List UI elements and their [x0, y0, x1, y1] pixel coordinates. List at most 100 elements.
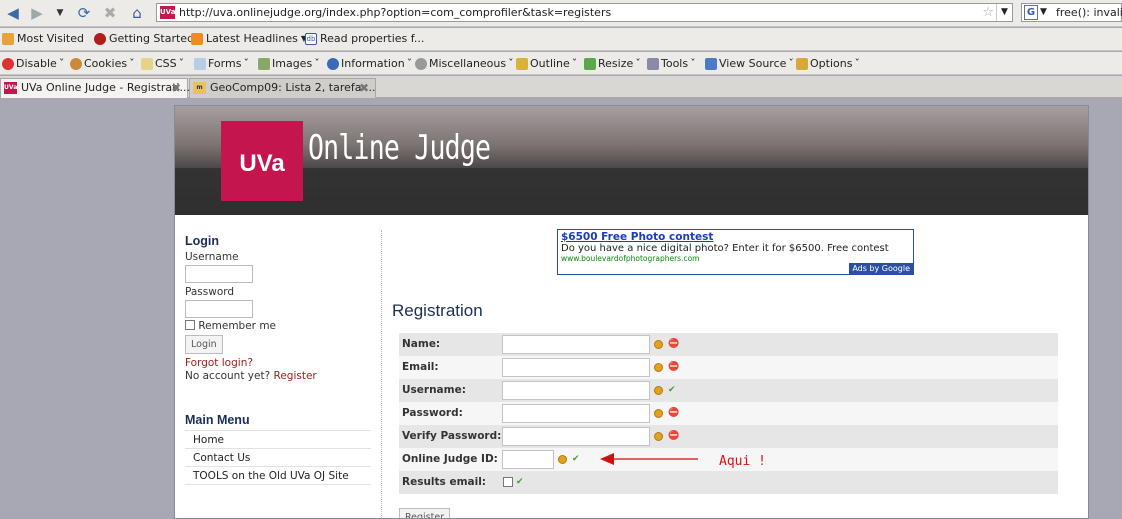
dev-forms[interactable]: Forms ˇ: [194, 57, 249, 70]
results-email-checkbox[interactable]: [503, 477, 513, 487]
close-tab-icon[interactable]: ✖: [359, 79, 369, 97]
dev-view-source[interactable]: View Source ˇ: [705, 57, 794, 70]
password-input[interactable]: [185, 300, 253, 318]
remember-me-checkbox[interactable]: [185, 320, 195, 330]
invalid-status-icon: ⛔: [668, 339, 680, 349]
engine-dropdown-icon[interactable]: ▼: [1040, 4, 1047, 21]
ad-title[interactable]: $6500 Free Photo contest: [561, 231, 910, 243]
dev-tools[interactable]: Tools ˇ: [647, 57, 696, 70]
tab-uva-registration[interactable]: UVa UVa Online Judge - Registrati... ✖: [0, 78, 190, 98]
address-dropdown-icon[interactable]: ▼: [996, 4, 1012, 21]
address-text: http://uva.onlinejudge.org/index.php?opt…: [179, 6, 612, 19]
dev-resize[interactable]: Resize ˇ: [584, 57, 641, 70]
ok-status-icon: ✔: [572, 454, 580, 464]
bookmark-most-visited[interactable]: Most Visited: [2, 32, 84, 45]
uva-logo[interactable]: UVa: [221, 121, 303, 201]
google-engine-icon[interactable]: G: [1024, 5, 1038, 20]
forgot-login-link[interactable]: Forgot login?: [185, 357, 371, 369]
register-button[interactable]: Register: [399, 508, 451, 518]
dev-miscellaneous[interactable]: Miscellaneous ˇ: [415, 57, 514, 70]
required-bullet-icon: [654, 340, 663, 349]
required-bullet-icon: [654, 386, 663, 395]
menu-item-tools-old-site[interactable]: TOOLS on the Old UVa OJ Site: [185, 467, 371, 485]
ads-by-google-badge[interactable]: Ads by Google: [849, 263, 913, 274]
no-account-text: No account yet?: [185, 370, 271, 382]
tools-icon: [647, 57, 659, 70]
username-input[interactable]: [185, 265, 253, 283]
dev-css[interactable]: CSS ˇ: [141, 57, 184, 70]
name-label: Name:: [402, 338, 441, 350]
bookmark-star-icon[interactable]: ☆: [982, 4, 994, 21]
left-sidebar: Login Username Password Remember me Logi…: [185, 234, 371, 485]
bookmark-read-properties[interactable]: db Read properties f...: [305, 32, 424, 45]
verify-password-label: Verify Password:: [402, 430, 502, 442]
dev-options[interactable]: Options ˇ: [796, 57, 860, 70]
back-icon[interactable]: ◀: [3, 3, 23, 23]
resize-icon: [584, 57, 596, 70]
home-icon[interactable]: ⌂: [127, 3, 147, 23]
miscellaneous-icon: [415, 57, 427, 70]
username-field-input[interactable]: [502, 381, 650, 400]
tab-geocomp[interactable]: m GeoComp09: Lista 2, tarefa ... ✖: [189, 78, 376, 98]
stop-icon[interactable]: ✖: [100, 3, 120, 23]
password-field-input[interactable]: [502, 404, 650, 423]
site-header: UVa Online Judge: [175, 106, 1088, 215]
registration-heading: Registration: [392, 301, 483, 320]
bookmark-getting-started[interactable]: Getting Started: [94, 32, 194, 45]
firefox-icon: [94, 32, 106, 45]
invalid-status-icon: ⛔: [668, 431, 680, 441]
menu-item-home[interactable]: Home: [185, 431, 371, 449]
online-judge-id-input[interactable]: [502, 450, 554, 469]
db-icon: db: [305, 32, 317, 45]
bookmarks-toolbar: Most Visited Getting Started Latest Head…: [0, 28, 1122, 51]
forward-icon[interactable]: ▶: [27, 3, 47, 23]
verify-password-input[interactable]: [502, 427, 650, 446]
main-menu: Home Contact Us TOOLS on the Old UVa OJ …: [185, 430, 371, 485]
address-bar[interactable]: UVa http://uva.onlinejudge.org/index.php…: [156, 3, 1013, 22]
form-row-password: Password: ⛔: [399, 402, 1058, 425]
site-title: Online Judge: [308, 128, 491, 168]
history-dropdown-icon[interactable]: ▼: [50, 3, 70, 23]
no-account-line: No account yet? Register: [185, 370, 371, 382]
form-row-name: Name: ⛔: [399, 333, 1058, 356]
dev-cookies[interactable]: Cookies ˇ: [70, 57, 135, 70]
menu-item-contact-us[interactable]: Contact Us: [185, 449, 371, 467]
dev-disable[interactable]: Disable ˇ: [2, 57, 64, 70]
close-tab-icon[interactable]: ✖: [171, 79, 181, 97]
folder-icon: [2, 32, 14, 45]
search-box[interactable]: G ▼ free(): invalid: [1021, 3, 1122, 22]
email-input[interactable]: [502, 358, 650, 377]
form-row-results-email: Results email: ✔: [399, 471, 1058, 494]
annotation-text: Aqui !: [719, 454, 766, 469]
password-field-label: Password:: [402, 407, 463, 419]
search-text: free(): invalid: [1056, 6, 1122, 19]
outline-icon: [516, 57, 528, 70]
register-button-wrap: Register: [399, 508, 451, 518]
form-row-verify-password: Verify Password: ⛔: [399, 425, 1058, 448]
annotation-arrow-icon: [600, 453, 698, 465]
required-bullet-icon: [558, 455, 567, 464]
images-icon: [258, 57, 270, 70]
dev-outline[interactable]: Outline ˇ: [516, 57, 577, 70]
bookmark-latest-headlines[interactable]: Latest Headlines ▼: [191, 32, 307, 45]
dev-images[interactable]: Images ˇ: [258, 57, 320, 70]
geocomp-favicon-icon: m: [193, 82, 206, 94]
uva-favicon-icon: UVa: [4, 82, 17, 94]
site-favicon-icon: UVa: [160, 6, 175, 19]
ad-url[interactable]: www.boulevardofphotographers.com: [561, 254, 910, 263]
rss-icon: [191, 32, 203, 45]
navigation-toolbar: ◀ ▶ ▼ ⟳ ✖ ⌂ UVa http://uva.onlinejudge.o…: [0, 0, 1122, 27]
login-heading: Login: [185, 234, 220, 248]
invalid-status-icon: ⛔: [668, 408, 680, 418]
name-input[interactable]: [502, 335, 650, 354]
reload-icon[interactable]: ⟳: [74, 3, 94, 23]
register-link[interactable]: Register: [274, 370, 317, 382]
registration-form: Name: ⛔ Email: ⛔ Username: ✔ Password: ⛔…: [399, 333, 1058, 494]
web-developer-toolbar: Disable ˇ Cookies ˇ CSS ˇ Forms ˇ Images ˇ In…: [0, 52, 1122, 75]
dev-information[interactable]: Information ˇ: [327, 57, 412, 70]
login-button[interactable]: Login: [185, 335, 223, 354]
remember-me-label: Remember me: [198, 320, 277, 332]
remember-me-row: Remember me: [185, 320, 371, 332]
cookies-icon: [70, 57, 82, 70]
google-ad[interactable]: $6500 Free Photo contest Do you have a n…: [557, 229, 914, 275]
